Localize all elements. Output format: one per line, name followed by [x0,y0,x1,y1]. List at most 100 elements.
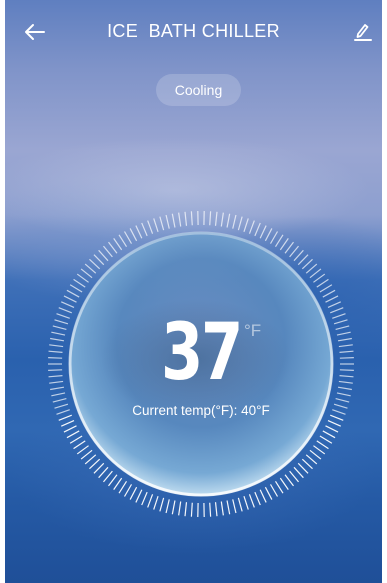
dial-tick [84,454,97,465]
pencil-icon [354,24,372,41]
dial-tick [325,425,339,433]
dial-tick [184,502,188,517]
top-bar: ICE BATH CHILLER [5,0,382,64]
page-title: ICE BATH CHILLER [107,21,280,41]
dial-tick [332,313,346,319]
dial-tick [98,249,109,262]
dial-tick [330,307,344,314]
temperature-dial[interactable]: 37 °F Current temp(°F): 40°F [46,209,356,519]
dial-tick [184,211,188,226]
dial-tick [108,241,118,254]
dial-tick [259,225,267,239]
dial-tick [220,212,224,227]
dial-tick [58,307,72,314]
dial-tick [254,491,261,506]
edit-button[interactable] [352,21,374,43]
dial-tick [214,211,218,226]
dial-tick [338,380,353,384]
dial-tick [141,222,148,237]
dial-tick [336,392,351,397]
dial-tick [159,216,165,231]
dial-tick [232,499,237,514]
dial-tick [165,214,170,229]
dial-tick [63,425,77,433]
dial-tick [52,397,67,403]
app-screen: ICE BATH CHILLER Cooling 37 °F Current t… [5,0,382,583]
dial-tick [284,474,294,487]
dial-tick [232,214,237,229]
dial-tick [48,356,63,359]
setpoint-value: 37 [161,308,243,398]
dial-tick [73,440,86,450]
dial-tick [259,489,267,503]
dial-tick [325,295,339,303]
dial-tick [284,241,294,254]
dial-tick [69,435,83,444]
dial-tick [60,301,75,309]
dial-tick [243,218,249,232]
dial-tick [123,231,133,244]
dial-tick [73,278,86,288]
dial-tick [293,466,304,479]
dial-tick [66,430,80,439]
dial-tick [48,350,63,353]
dial-tick [279,238,289,251]
dial-tick [118,481,128,494]
dial-tick [52,325,67,331]
dial-tick [56,313,70,319]
dial-tick [319,435,333,444]
dial-tick [209,211,212,226]
dial-tick [113,477,123,490]
dial-tick [123,484,133,497]
dial-tick [309,449,322,460]
dial-tick [237,497,243,512]
dial-tick [93,254,105,266]
dial-tick [129,228,138,242]
dial-tick [226,500,231,515]
current-temperature: Current temp(°F): 40°F [132,403,270,418]
dial-tick [335,397,350,403]
dial-tick [327,419,342,427]
dial-tick [113,238,123,251]
dial-tick [309,268,322,279]
dial-tick [98,466,109,479]
dial-tick [220,501,224,516]
dial-tick [129,486,138,500]
dial-tick [147,494,154,508]
dial-tick [289,470,299,483]
dial-tick [135,489,143,503]
dial-tick [50,386,65,391]
dial-tick [274,481,284,494]
dial-tick [297,462,309,474]
dial-tick [190,502,193,517]
dial-tick [293,249,304,262]
temperature-unit: °F [244,321,262,340]
dial-tick [214,502,218,517]
dial-tick [209,502,212,517]
dial-tick [254,222,261,237]
dial-tick [171,500,176,515]
dial-tick [66,289,80,298]
dial-tick [316,440,329,450]
dial-tick [243,496,249,510]
dial-tick [103,470,113,483]
dial-tick [51,331,66,336]
dial-tick [147,220,154,234]
dial-tick [76,445,89,455]
dial-tick [319,284,333,293]
dial-tick [338,344,353,348]
dial-tick [248,220,255,234]
dial-tick [51,392,66,397]
dial-tick [153,218,159,232]
dial-tick [48,369,63,372]
dial-tick [135,225,143,239]
dial-tick [264,228,273,242]
dial-tick [333,319,348,325]
dial-tick [159,497,165,512]
dial-tick [141,491,148,506]
dial-tick [264,486,273,500]
dial-tick [108,474,118,487]
dial-tick [327,301,342,309]
dial-tick [54,319,69,325]
mode-badge[interactable]: Cooling [156,74,241,106]
